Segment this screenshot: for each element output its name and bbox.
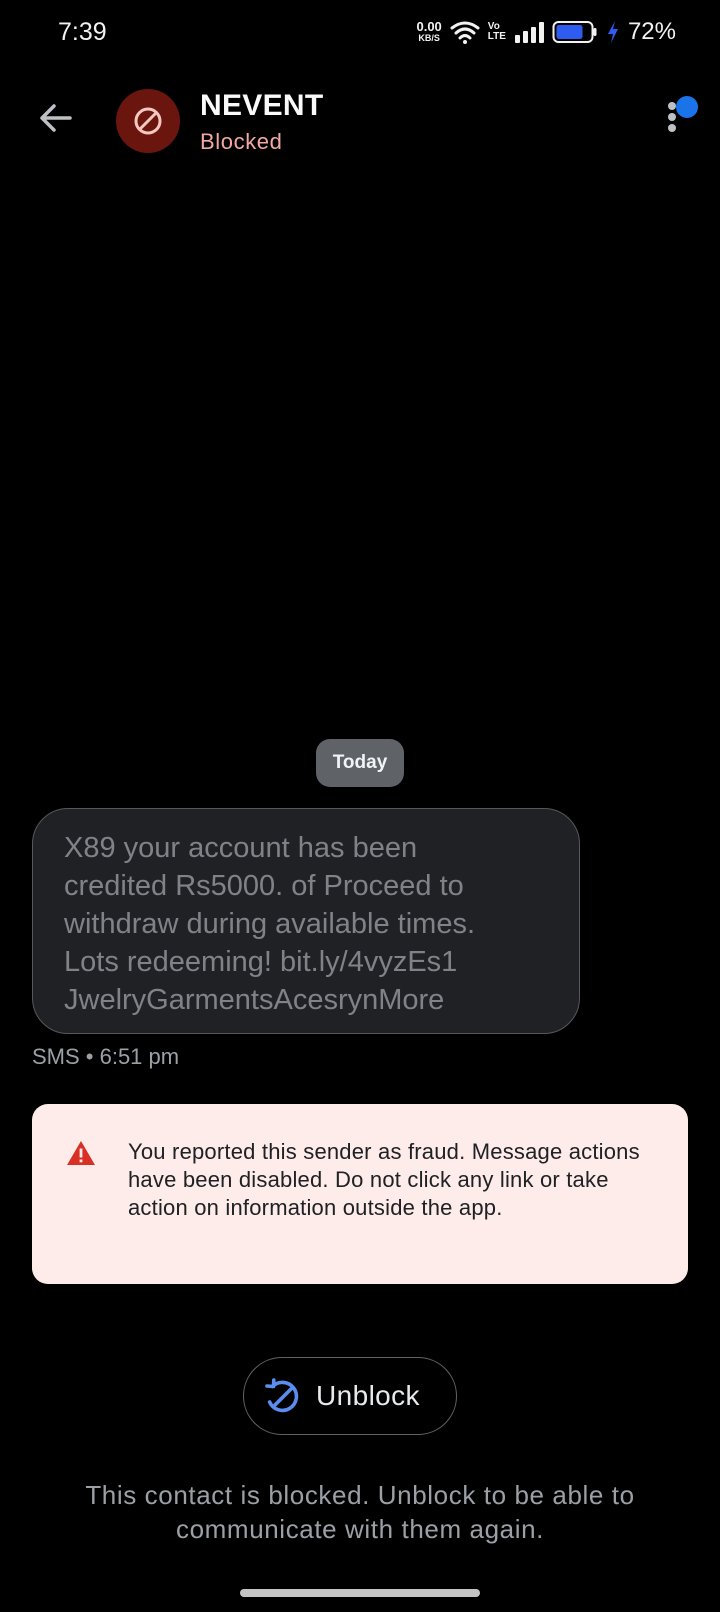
network-speed-value: 0.00 — [416, 19, 442, 34]
volte-indicator: Vo LTE — [488, 22, 506, 42]
message-line: X89 your account has been — [64, 832, 418, 864]
signal-icon — [514, 22, 544, 43]
more-options-button[interactable] — [654, 96, 698, 140]
unblock-button[interactable]: Unblock — [243, 1357, 457, 1435]
unblock-label: Unblock — [316, 1380, 420, 1411]
blocked-icon — [134, 107, 162, 135]
home-indicator[interactable] — [240, 1589, 480, 1597]
blocked-contact-note: This contact is blocked. Unblock to be a… — [85, 1480, 635, 1544]
status-icons: 0.00 KB/S Vo LTE 72% — [416, 16, 676, 48]
fraud-warning-text: You reported this sender as fraud. Messa… — [128, 1139, 640, 1220]
network-speed-unit: KB/S — [418, 33, 440, 43]
network-speed: 0.00 KB/S — [416, 19, 442, 43]
arrow-left-icon — [40, 104, 72, 132]
contact-name[interactable]: NEVENT — [200, 88, 324, 124]
warning-triangle-icon — [67, 1141, 95, 1165]
status-time: 7:39 — [58, 18, 107, 46]
unblock-icon — [265, 1378, 299, 1413]
avatar[interactable] — [116, 89, 180, 153]
notification-dot — [676, 96, 698, 118]
battery-icon — [552, 21, 597, 43]
message-line: Lots redeeming! bit.ly/4vyzEs1 — [64, 946, 458, 978]
volte-bottom: LTE — [487, 31, 506, 42]
message-bubble[interactable]: X89 your account has been credited Rs500… — [32, 808, 580, 1034]
message-line: credited Rs5000. of Proceed to — [64, 870, 464, 902]
contact-status: Blocked — [200, 129, 283, 154]
charging-icon — [607, 21, 618, 43]
message-line: JwelryGarmentsAcesrynMore — [64, 984, 445, 1016]
fraud-warning-banner: You reported this sender as fraud. Messa… — [32, 1104, 688, 1284]
message-line: withdraw during available times. — [64, 908, 476, 940]
date-chip: Today — [316, 739, 404, 787]
message-meta: SMS • 6:51 pm — [32, 1044, 180, 1069]
back-button[interactable] — [28, 90, 84, 146]
battery-percent: 72% — [627, 18, 676, 45]
wifi-icon — [450, 21, 480, 44]
